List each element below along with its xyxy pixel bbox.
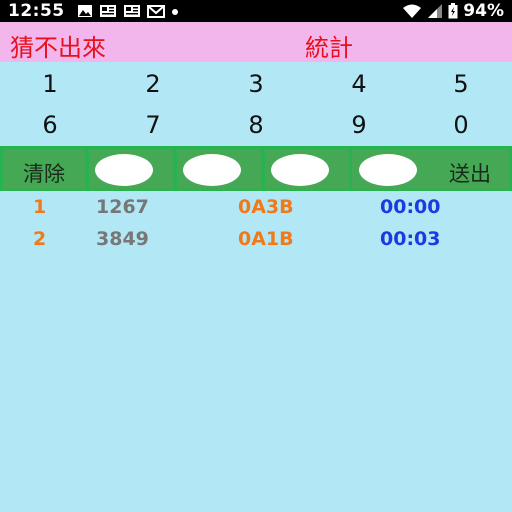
battery-icon xyxy=(448,3,458,19)
key-2[interactable]: 2 xyxy=(123,64,183,104)
title-bar: 猜不出來 統計 xyxy=(0,22,512,62)
row-guess: 3849 xyxy=(96,228,149,250)
row-guess: 1267 xyxy=(96,196,149,218)
key-3[interactable]: 3 xyxy=(226,64,286,104)
gmail-icon xyxy=(146,5,165,18)
key-8[interactable]: 8 xyxy=(226,105,286,145)
key-6[interactable]: 6 xyxy=(20,105,80,145)
guess-slot-2[interactable] xyxy=(183,154,241,186)
clear-button[interactable]: 清除 xyxy=(3,152,85,188)
submit-button[interactable]: 送出 xyxy=(431,152,509,188)
stats-button[interactable]: 統計 xyxy=(305,28,353,63)
guess-slot-4[interactable] xyxy=(359,154,417,186)
row-time: 00:00 xyxy=(380,196,441,218)
number-keypad: 1 2 3 4 5 6 7 8 9 0 xyxy=(0,62,512,146)
image-icon xyxy=(77,5,92,17)
signal-icon xyxy=(428,4,443,18)
key-1[interactable]: 1 xyxy=(20,64,80,104)
row-result: 0A3B xyxy=(238,196,294,218)
dot-icon xyxy=(171,9,178,15)
newspaper-icon xyxy=(99,5,116,17)
key-9[interactable]: 9 xyxy=(329,105,389,145)
history-row: 2 3849 0A1B 00:03 xyxy=(0,228,512,258)
status-time: 12:55 xyxy=(8,1,65,21)
battery-percent: 94% xyxy=(463,1,504,21)
key-0[interactable]: 0 xyxy=(431,105,491,145)
row-result: 0A1B xyxy=(238,228,294,250)
status-bar: 12:55 94% xyxy=(0,0,512,22)
newspaper-icon-2 xyxy=(123,5,140,17)
key-4[interactable]: 4 xyxy=(329,64,389,104)
app-title: 猜不出來 xyxy=(10,34,106,62)
wifi-icon xyxy=(403,4,422,18)
row-index: 2 xyxy=(33,228,47,250)
guess-slot-1[interactable] xyxy=(95,154,153,186)
system-icons: 94% xyxy=(402,0,504,22)
guess-bar: 清除 送出 xyxy=(0,146,512,191)
notification-icons xyxy=(77,4,179,18)
guess-slot-3[interactable] xyxy=(271,154,329,186)
history-row: 1 1267 0A3B 00:00 xyxy=(0,196,512,226)
row-index: 1 xyxy=(33,196,47,218)
key-7[interactable]: 7 xyxy=(123,105,183,145)
key-5[interactable]: 5 xyxy=(431,64,491,104)
row-time: 00:03 xyxy=(380,228,441,250)
